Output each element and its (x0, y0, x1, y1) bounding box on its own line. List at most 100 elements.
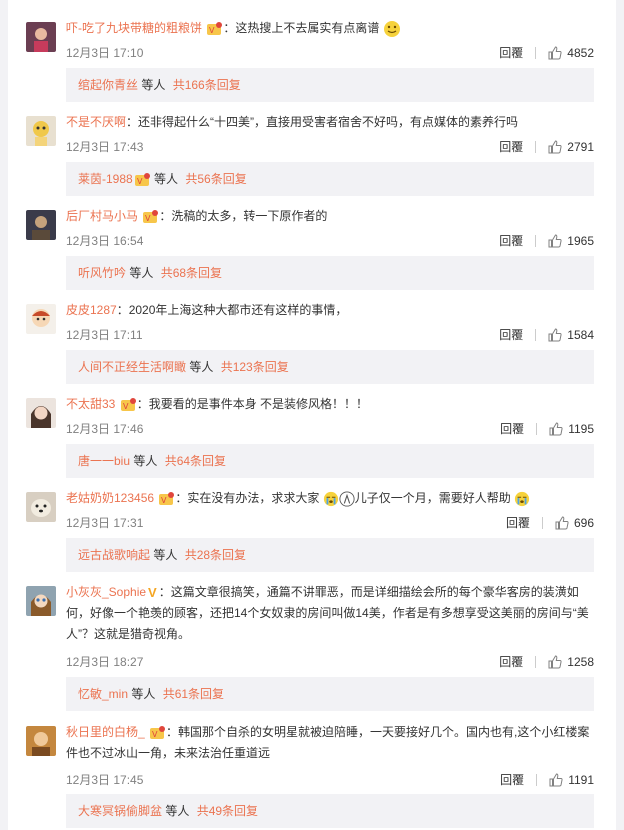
vip-member-icon: V (143, 209, 159, 223)
sub-reply-text: 等人 (126, 266, 157, 280)
thumbs-up-icon (548, 139, 562, 153)
username[interactable]: 不是不厌啊 (66, 115, 126, 129)
svg-text:V: V (137, 177, 143, 186)
divider (535, 140, 537, 153)
comment-text: 老姑奶奶123456 V ：实在没有办法，求求大家 儿子仅一个月，需要好人帮助 (66, 488, 594, 509)
comment-meta: 12月3日 17:46 回覆 1195 (66, 420, 594, 437)
reply-button[interactable]: 回覆 (506, 514, 530, 531)
username[interactable]: 秋日里的白杨_ (66, 725, 145, 739)
sub-reply-count-link[interactable]: 共64条回复 (165, 454, 226, 468)
comment-time: 12月3日 17:31 (66, 516, 144, 530)
sub-reply-text: 等人 (128, 687, 159, 701)
avatar[interactable] (26, 22, 56, 52)
sub-reply-count-link[interactable]: 共123条回复 (221, 360, 289, 374)
sub-reply-user[interactable]: 唐一一biu (78, 454, 130, 468)
sub-reply-count-link[interactable]: 共28条回复 (185, 548, 246, 562)
avatar[interactable] (26, 726, 56, 756)
sub-reply-count-link[interactable]: 共166条回复 (173, 78, 241, 92)
thumbs-up-icon (548, 327, 562, 341)
comment-body: ：实在没有办法，求求大家 (175, 491, 320, 505)
divider (535, 234, 537, 247)
sub-reply-user[interactable]: 人间不正经生活啊瞰 (78, 360, 186, 374)
username[interactable]: 后厂村马小马 (66, 209, 138, 223)
sub-reply-count-link[interactable]: 共68条回复 (161, 266, 222, 280)
sub-replies-box: 绾起你青丝 等人 共166条回复 (66, 68, 594, 102)
reply-button[interactable]: 回覆 (499, 138, 523, 155)
like-button[interactable]: 1584 (548, 328, 594, 342)
comment-meta: 12月3日 17:10 回覆 4852 (66, 44, 594, 61)
avatar[interactable] (26, 492, 56, 522)
like-button[interactable]: 4852 (548, 46, 594, 60)
like-button[interactable]: 1258 (548, 655, 594, 669)
avatar[interactable] (26, 586, 56, 616)
like-button[interactable]: 1195 (549, 422, 594, 436)
vip-member-icon: V (134, 172, 150, 186)
comment-body: ：韩国那个自杀的女明星就被迫陪睡，一天要接好几个。国内也有,这个小红楼案件也不过… (66, 725, 590, 760)
sub-reply-user[interactable]: 莱茵-1988 (78, 172, 133, 186)
smile-emoji-icon (383, 20, 400, 37)
divider (535, 46, 537, 59)
reply-button[interactable]: 回覆 (499, 232, 523, 249)
comment-text: 不是不厌啊：还非得起什么“十四美”，直接用受害者宿舍不好吗，有点媒体的素养行吗 (66, 112, 594, 133)
sub-replies-box: 大寒冥锅偷脚盆 等人 共49条回复 (66, 794, 594, 828)
cry-emoji-icon (323, 491, 338, 506)
sub-reply-count-link[interactable]: 共56条回复 (185, 172, 246, 186)
comment-time: 12月3日 17:45 (66, 773, 144, 787)
vip-member-icon: V (159, 491, 175, 505)
username[interactable]: 不太甜33 (66, 397, 115, 411)
comment-meta: 12月3日 17:43 回覆 2791 (66, 138, 594, 155)
avatar[interactable] (26, 116, 56, 146)
divider (535, 655, 537, 668)
thumbs-up-icon (549, 772, 563, 786)
sub-reply-user[interactable]: 听风竹吟 (78, 266, 126, 280)
comment-actions: 回覆 1965 (499, 232, 594, 249)
comment-text: 吓-吃了九块带糖的粗粮饼 V ：这热搜上不去属实有点离谱 (66, 18, 594, 39)
comment-text: 秋日里的白杨_ V ：韩国那个自杀的女明星就被迫陪睡，一天要接好几个。国内也有,这… (66, 722, 594, 764)
comment-actions: 回覆 2791 (499, 138, 594, 155)
like-button[interactable]: 2791 (548, 140, 594, 154)
sub-reply-count-link[interactable]: 共61条回复 (163, 687, 224, 701)
username[interactable]: 小灰灰_Sophie (66, 585, 146, 599)
divider (541, 516, 543, 529)
like-button[interactable]: 1965 (548, 234, 594, 248)
like-button[interactable]: 696 (555, 516, 594, 530)
comment-actions: 回覆 1258 (499, 653, 594, 670)
sub-reply-count-link[interactable]: 共49条回复 (197, 804, 258, 818)
sub-reply-user[interactable]: 忆敏_min (78, 687, 128, 701)
divider (536, 422, 538, 435)
comment-body: ：2020年上海这种大都市还有这样的事情， (116, 303, 348, 317)
username[interactable]: 老姑奶奶123456 (66, 491, 154, 505)
reply-button[interactable]: 回覆 (499, 44, 523, 61)
reply-button[interactable]: 回覆 (500, 771, 524, 788)
vip-member-icon: V (120, 397, 136, 411)
reply-button[interactable]: 回覆 (499, 326, 523, 343)
comment-time: 12月3日 17:10 (66, 46, 144, 60)
comment-time: 12月3日 17:11 (66, 328, 143, 342)
sub-reply-user[interactable]: 远古战歌响起 (78, 548, 150, 562)
reply-button[interactable]: 回覆 (499, 653, 523, 670)
vip-member-icon: V (150, 725, 166, 739)
like-button[interactable]: 1191 (549, 773, 594, 787)
divider (535, 328, 537, 341)
avatar[interactable] (26, 304, 56, 334)
thumbs-up-icon (548, 233, 562, 247)
avatar[interactable] (26, 210, 56, 240)
username[interactable]: 皮皮1287 (66, 303, 117, 317)
comment-body: ：这热搜上不去属实有点离谱 (223, 21, 380, 35)
comment-actions: 回覆 696 (506, 514, 594, 531)
sub-reply-user[interactable]: 绾起你青丝 (78, 78, 138, 92)
comment-text: 不太甜33 V ：我要看的是事件本身 不是装修风格！！！ (66, 394, 594, 415)
reply-button[interactable]: 回覆 (500, 420, 524, 437)
comment-text: 后厂村马小马 V ：洗稿的太多，转一下原作者的 (66, 206, 594, 227)
comment-meta: 12月3日 17:45 回覆 1191 (66, 771, 594, 788)
comment-actions: 回覆 1195 (500, 420, 594, 437)
comment-time: 12月3日 16:54 (66, 234, 144, 248)
comment-time: 12月3日 17:43 (66, 140, 144, 154)
comment-meta: 12月3日 17:11 回覆 1584 (66, 326, 594, 343)
comment-meta: 12月3日 16:54 回覆 1965 (66, 232, 594, 249)
sub-reply-user[interactable]: 大寒冥锅偷脚盆 (78, 804, 162, 818)
avatar[interactable] (26, 398, 56, 428)
comment-time: 12月3日 18:27 (66, 655, 144, 669)
like-count: 1965 (567, 233, 594, 248)
username[interactable]: 吓-吃了九块带糖的粗粮饼 (66, 21, 202, 35)
